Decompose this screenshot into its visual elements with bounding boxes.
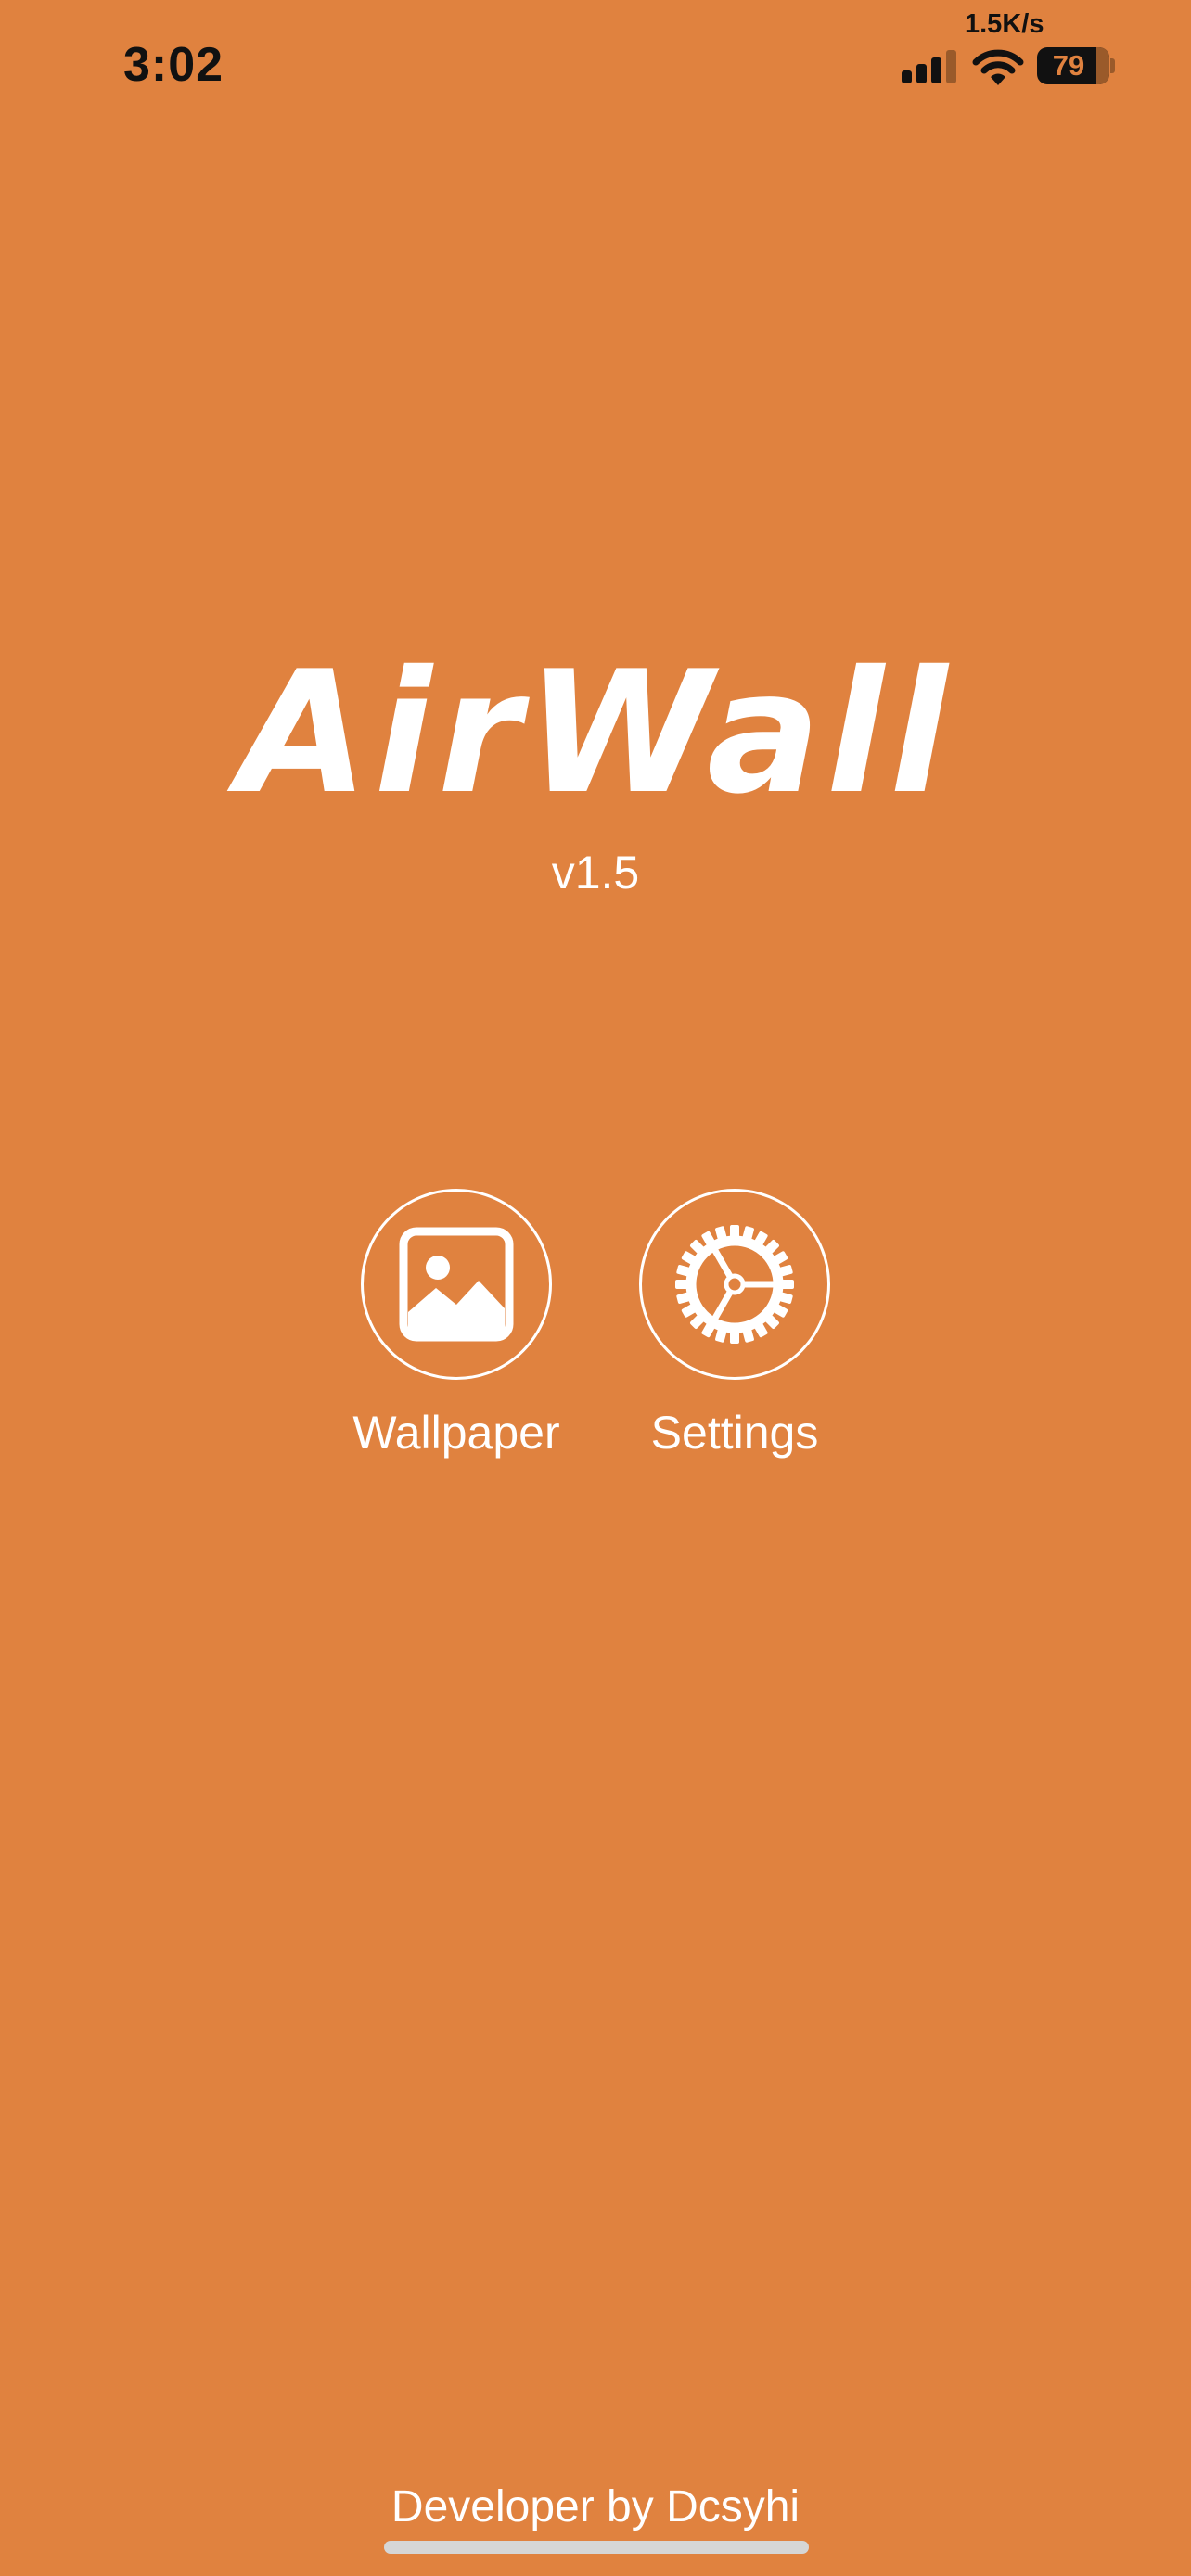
battery-level: 79 [1052, 49, 1085, 82]
battery-icon: 79 [1037, 47, 1109, 84]
battery-tip [1110, 58, 1115, 73]
gear-icon [675, 1225, 794, 1344]
cellular-signal-icon [902, 50, 959, 83]
settings-button[interactable]: Settings [614, 1189, 855, 1460]
settings-label: Settings [650, 1407, 819, 1459]
wallpaper-button[interactable]: Wallpaper [336, 1189, 577, 1460]
image-icon [399, 1227, 514, 1342]
app-title: AirWall [237, 634, 954, 831]
wallpaper-button-circle[interactable] [361, 1189, 552, 1380]
status-time: 3:02 [123, 38, 224, 92]
wallpaper-label: Wallpaper [352, 1407, 560, 1459]
network-speed: 1.5K/s [965, 9, 1044, 39]
home-indicator[interactable] [384, 2541, 809, 2554]
app-version: v1.5 [551, 847, 640, 899]
developer-credit: Developer by Dcsyhi [391, 2482, 800, 2531]
settings-button-circle[interactable] [639, 1189, 830, 1380]
wifi-icon [972, 49, 1024, 85]
